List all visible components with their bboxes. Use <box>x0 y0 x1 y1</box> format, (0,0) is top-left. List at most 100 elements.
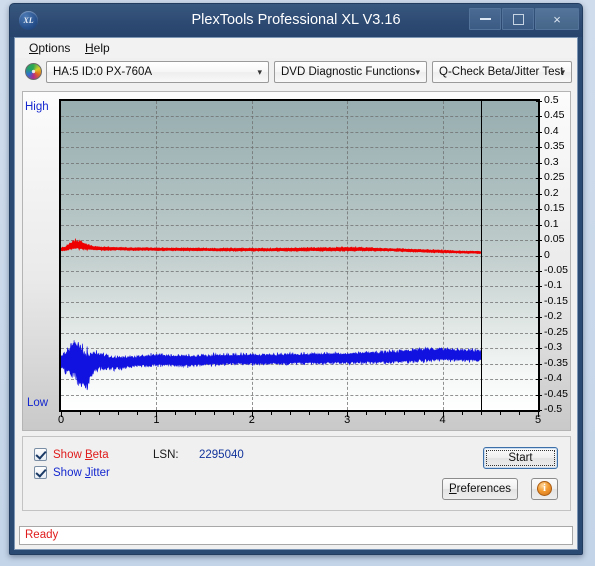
show-beta-checkbox[interactable]: Show Beta <box>34 448 109 461</box>
close-icon: × <box>553 11 561 27</box>
x-axis-tick-mark <box>156 412 158 417</box>
y-axis-tick-mark <box>536 348 542 350</box>
y-axis-tick-label: 0.5 <box>544 94 559 106</box>
drive-select-value: HA:5 ID:0 PX-760A <box>53 66 153 78</box>
preferences-button[interactable]: Preferences <box>442 478 518 500</box>
trace-beta <box>61 237 482 255</box>
y-axis-tick-mark <box>536 131 542 133</box>
show-jitter-checkbox[interactable]: Show Jitter <box>34 466 110 479</box>
y-axis-tick-label: 0.15 <box>544 202 565 215</box>
y-axis-tick-label: -0.05 <box>544 263 568 276</box>
window-controls: × <box>468 8 579 30</box>
x-axis-minor-tick <box>137 412 139 415</box>
x-axis-minor-tick <box>328 412 330 415</box>
close-button[interactable]: × <box>535 8 579 30</box>
y-axis-tick-label: -0.3 <box>544 341 563 354</box>
y-axis-tick-label: -0.2 <box>544 310 563 323</box>
info-icon: i <box>537 481 552 496</box>
y-axis-tick-mark <box>536 224 542 226</box>
y-axis-tick-mark <box>536 286 542 288</box>
y-axis-tick-mark <box>536 147 542 149</box>
y-axis-tick-mark <box>536 255 542 257</box>
y-axis-tick-mark <box>536 363 542 365</box>
show-jitter-label: Show Jitter <box>53 466 110 479</box>
y-axis-tick-label: 0 <box>544 248 550 261</box>
x-axis-minor-tick <box>518 412 520 415</box>
function-select[interactable]: DVD Diagnostic Functions ▾ <box>274 61 427 83</box>
test-select-value: Q-Check Beta/Jitter Test <box>439 66 564 78</box>
x-axis-minor-tick <box>194 412 196 415</box>
y-axis-tick-mark <box>536 162 542 164</box>
minimize-button[interactable] <box>469 8 501 30</box>
x-axis-minor-tick <box>404 412 406 415</box>
screen: XL PlexTools Professional XL V3.16 × Opt… <box>0 0 595 566</box>
x-axis-minor-tick <box>99 412 101 415</box>
focus-ring <box>486 450 555 466</box>
test-select[interactable]: Q-Check Beta/Jitter Test ▾ <box>432 61 572 83</box>
y-axis-tick-label: 0.45 <box>544 109 565 122</box>
y-axis-tick-mark <box>536 317 542 319</box>
x-axis-minor-tick <box>175 412 177 415</box>
y-axis-tick-mark <box>536 101 542 102</box>
start-button[interactable]: Start <box>483 447 558 469</box>
x-axis-minor-tick <box>385 412 387 415</box>
y-axis-tick-mark <box>536 178 542 180</box>
y-axis-tick-mark <box>536 193 542 195</box>
y-axis-tick-mark <box>536 332 542 334</box>
application-window: XL PlexTools Professional XL V3.16 × Opt… <box>9 3 583 555</box>
show-beta-label: Show Beta <box>53 448 109 461</box>
menu-item-help[interactable]: Help <box>79 40 116 56</box>
y-axis-tick-label: -0.4 <box>544 372 563 385</box>
x-axis-minor-tick <box>309 412 311 415</box>
y-axis-tick-label: -0.5 <box>544 403 563 415</box>
title-bar: XL PlexTools Professional XL V3.16 × <box>10 4 582 37</box>
y-axis-tick-label: 0.35 <box>544 140 565 153</box>
y-axis-tick-mark <box>536 410 542 411</box>
y-axis-tick-mark <box>536 394 542 396</box>
y-axis-tick-mark <box>536 209 542 211</box>
x-axis-tick-mark <box>347 412 349 417</box>
disc-icon <box>25 63 42 80</box>
x-axis-tick-mark <box>61 412 62 417</box>
menu-item-options[interactable]: Options <box>23 40 76 56</box>
x-axis-tick-mark <box>251 412 253 417</box>
y-axis-tick-mark <box>536 270 542 272</box>
y-axis-tick-label: -0.25 <box>544 325 568 338</box>
x-axis-minor-tick <box>232 412 234 415</box>
x-axis-minor-tick <box>80 412 82 415</box>
y-axis-tick-mark <box>536 240 542 242</box>
chart-traces <box>61 237 482 391</box>
lsn-label: LSN: <box>153 449 179 461</box>
y-axis-tick-label: -0.15 <box>544 294 568 307</box>
y-axis-tick-label: -0.45 <box>544 387 568 400</box>
info-button[interactable]: i <box>531 478 558 500</box>
checkmark-icon <box>34 448 47 461</box>
controls-panel: Show Beta Show Jitter LSN: 2295040 Start… <box>22 436 571 511</box>
menu-bar: Options Help <box>15 38 577 59</box>
minimize-icon <box>479 18 491 20</box>
x-axis-minor-tick <box>499 412 501 415</box>
trace-jitter <box>61 340 482 391</box>
checkmark-icon <box>34 466 47 479</box>
y-axis-tick-label: 0.2 <box>544 186 559 199</box>
x-axis-minor-tick <box>270 412 272 415</box>
client-area: Options Help HA:5 ID:0 PX-760A ▾ DVD Dia… <box>14 37 578 550</box>
x-axis-minor-tick <box>366 412 368 415</box>
maximize-icon <box>512 13 524 25</box>
chevron-down-icon: ▾ <box>560 67 565 77</box>
x-axis-minor-tick <box>118 412 120 415</box>
axis-label-high: High <box>25 101 49 113</box>
preferences-button-label: Preferences <box>448 483 511 495</box>
x-axis-minor-tick <box>213 412 215 415</box>
y-axis-tick-label: 0.05 <box>544 233 565 246</box>
chevron-down-icon: ▾ <box>257 67 262 77</box>
status-bar: Ready <box>19 526 573 545</box>
x-axis-minor-tick <box>289 412 291 415</box>
y-axis-tick-label: -0.1 <box>544 279 563 292</box>
maximize-button[interactable] <box>502 8 534 30</box>
beta-jitter-plot[interactable] <box>59 99 540 412</box>
toolbar: HA:5 ID:0 PX-760A ▾ DVD Diagnostic Funct… <box>15 58 577 87</box>
y-axis-tick-label: 0.25 <box>544 171 565 184</box>
drive-select[interactable]: HA:5 ID:0 PX-760A ▾ <box>46 61 269 83</box>
axis-label-low: Low <box>27 397 49 409</box>
